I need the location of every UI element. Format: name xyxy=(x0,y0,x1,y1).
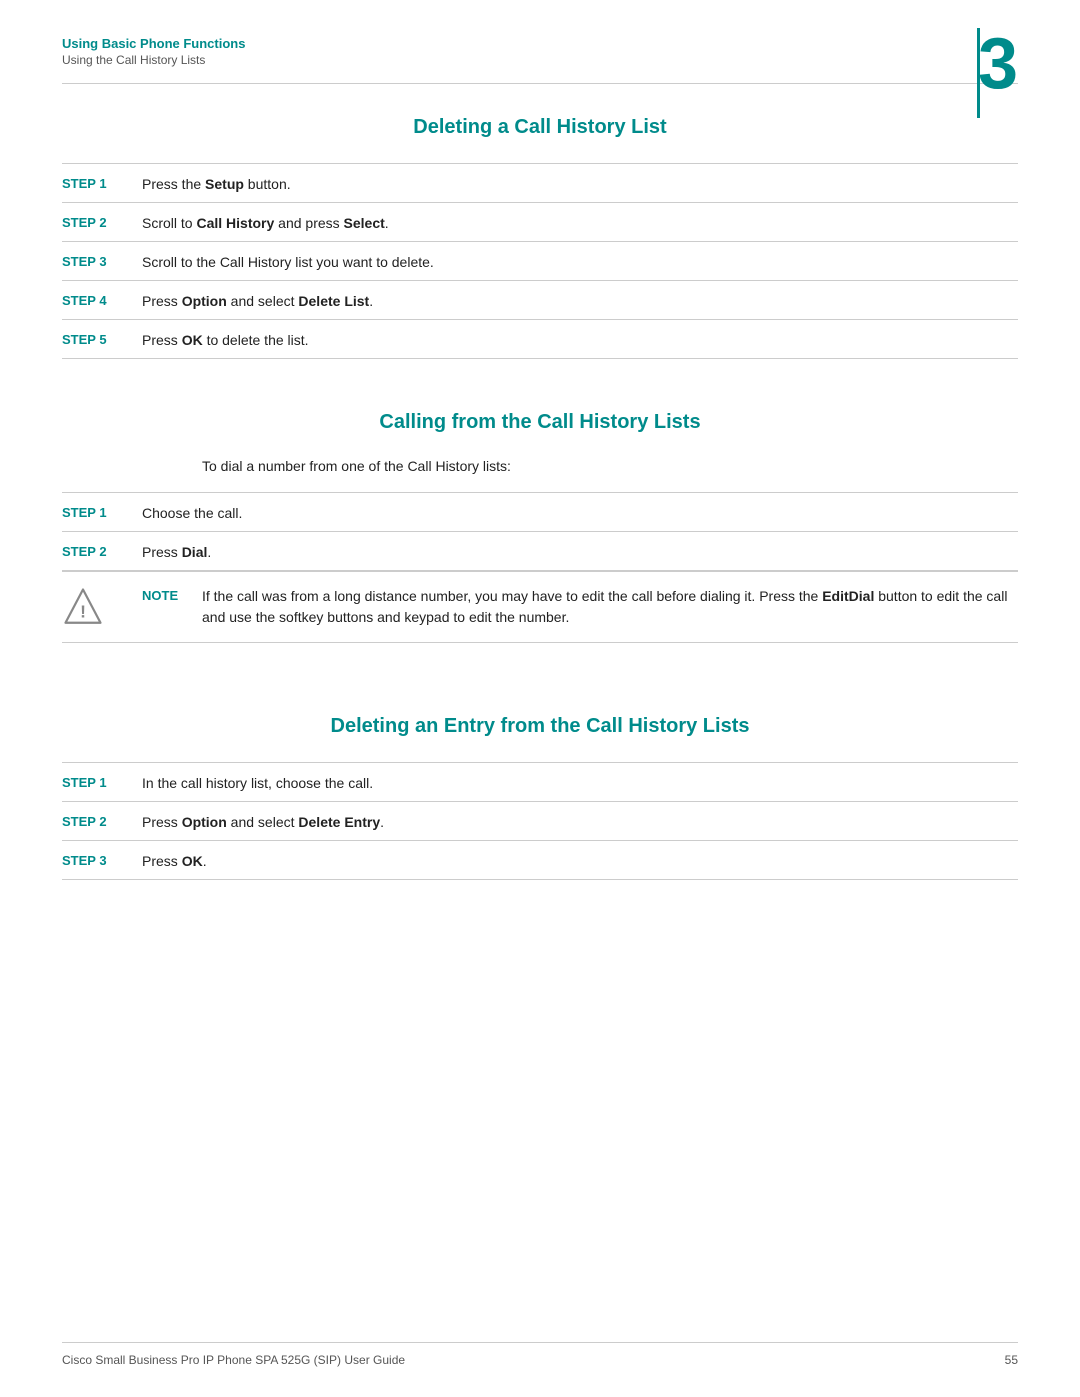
step-label: STEP 2 xyxy=(62,213,142,230)
breadcrumb-main: Using Basic Phone Functions xyxy=(62,36,1018,51)
warning-icon: ! xyxy=(62,586,104,628)
svg-text:!: ! xyxy=(80,602,86,622)
step-content: Press OK. xyxy=(142,851,1018,869)
section-intro: To dial a number from one of the Call Hi… xyxy=(62,458,1018,474)
footer-left: Cisco Small Business Pro IP Phone SPA 52… xyxy=(62,1353,405,1367)
main-content: Deleting a Call History List STEP 1 Pres… xyxy=(0,116,1080,880)
note-content: If the call was from a long distance num… xyxy=(202,586,1018,628)
step-content: In the call history list, choose the cal… xyxy=(142,773,1018,791)
section-title-delete-list: Deleting a Call History List xyxy=(62,116,1018,139)
step-content: Press Option and select Delete Entry. xyxy=(142,812,1018,830)
step-label: STEP 2 xyxy=(62,812,142,829)
section-delete-call-history-list: Deleting a Call History List STEP 1 Pres… xyxy=(62,116,1018,359)
note-icon-area: ! xyxy=(62,586,142,628)
step-label: STEP 3 xyxy=(62,851,142,868)
step-content: Choose the call. xyxy=(142,503,1018,521)
step-label: STEP 2 xyxy=(62,542,142,559)
step-content: Press Dial. xyxy=(142,542,1018,560)
table-row: STEP 3 Scroll to the Call History list y… xyxy=(62,241,1018,280)
section-title-delete-entry: Deleting an Entry from the Call History … xyxy=(62,715,1018,738)
chapter-number: 3 xyxy=(978,28,1018,100)
table-row: STEP 2 Press Dial. xyxy=(62,531,1018,571)
note-label: NOTE xyxy=(142,586,202,603)
step-content: Press Option and select Delete List. xyxy=(142,291,1018,309)
step-label: STEP 3 xyxy=(62,252,142,269)
table-row: STEP 3 Press OK. xyxy=(62,840,1018,880)
step-label: STEP 4 xyxy=(62,291,142,308)
table-row: STEP 1 Choose the call. xyxy=(62,492,1018,531)
section-title-calling: Calling from the Call History Lists xyxy=(62,411,1018,434)
header-divider xyxy=(62,83,1018,84)
page-footer: Cisco Small Business Pro IP Phone SPA 52… xyxy=(0,1342,1080,1367)
step-content: Scroll to the Call History list you want… xyxy=(142,252,1018,270)
step-label: STEP 1 xyxy=(62,503,142,520)
table-row: STEP 5 Press OK to delete the list. xyxy=(62,319,1018,359)
section-calling-from-call-history: Calling from the Call History Lists To d… xyxy=(62,411,1018,643)
step-label: STEP 1 xyxy=(62,773,142,790)
table-row: STEP 4 Press Option and select Delete Li… xyxy=(62,280,1018,319)
footer-text: Cisco Small Business Pro IP Phone SPA 52… xyxy=(62,1353,1018,1367)
page-header: Using Basic Phone Functions Using the Ca… xyxy=(0,0,1080,67)
table-row: STEP 1 Press the Setup button. xyxy=(62,163,1018,202)
note-block: ! NOTE If the call was from a long dista… xyxy=(62,571,1018,643)
table-row: STEP 1 In the call history list, choose … xyxy=(62,762,1018,801)
table-row: STEP 2 Scroll to Call History and press … xyxy=(62,202,1018,241)
steps-container-2: STEP 1 Choose the call. STEP 2 Press Dia… xyxy=(62,492,1018,571)
step-label: STEP 5 xyxy=(62,330,142,347)
footer-divider xyxy=(62,1342,1018,1343)
page-container: Using Basic Phone Functions Using the Ca… xyxy=(0,0,1080,1397)
step-content: Press the Setup button. xyxy=(142,174,1018,192)
steps-container-1: STEP 1 Press the Setup button. STEP 2 Sc… xyxy=(62,163,1018,359)
breadcrumb-sub: Using the Call History Lists xyxy=(62,53,1018,67)
footer-right: 55 xyxy=(1005,1353,1018,1367)
step-content: Press OK to delete the list. xyxy=(142,330,1018,348)
table-row: STEP 2 Press Option and select Delete En… xyxy=(62,801,1018,840)
section-delete-entry: Deleting an Entry from the Call History … xyxy=(62,715,1018,880)
step-content: Scroll to Call History and press Select. xyxy=(142,213,1018,231)
step-label: STEP 1 xyxy=(62,174,142,191)
steps-container-3: STEP 1 In the call history list, choose … xyxy=(62,762,1018,880)
